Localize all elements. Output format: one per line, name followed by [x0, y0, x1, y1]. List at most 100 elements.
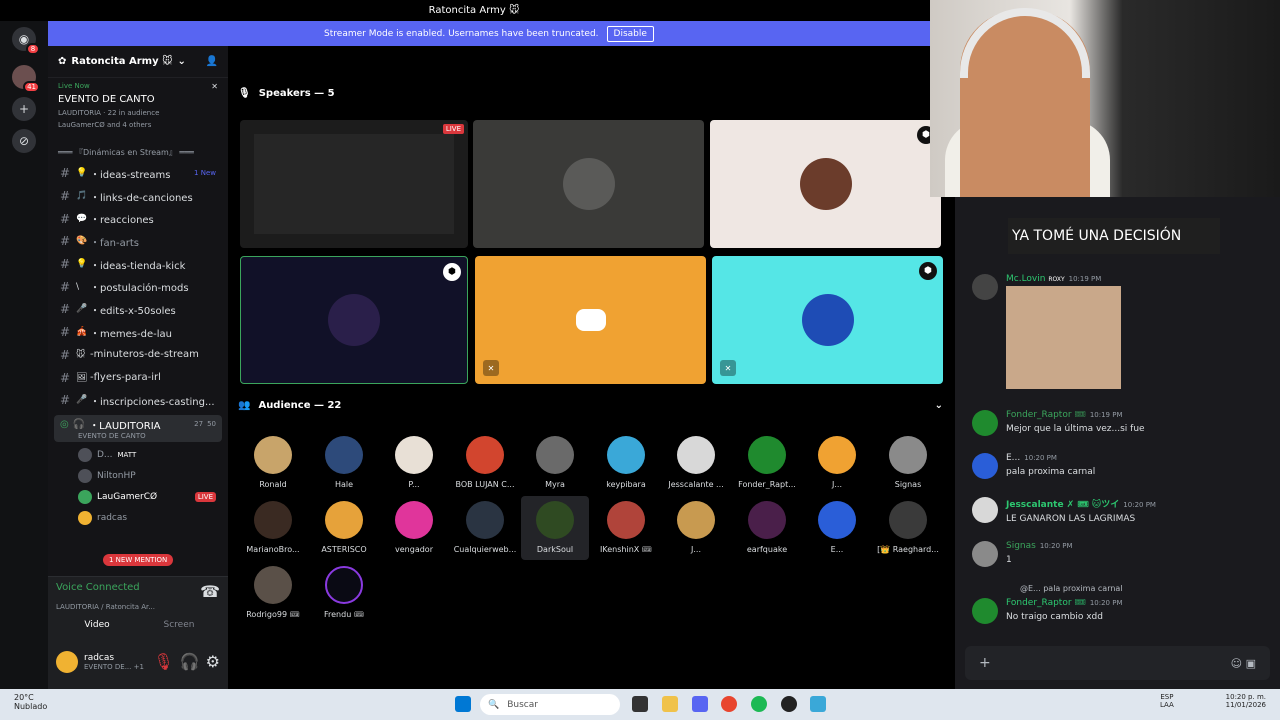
- avatar[interactable]: [56, 650, 78, 673]
- explore-icon[interactable]: ⊘: [12, 129, 36, 153]
- audience-member-hovered[interactable]: DarkSoul: [521, 496, 589, 560]
- spotify-icon[interactable]: [751, 696, 767, 712]
- voice-user[interactable]: D... MATT: [48, 445, 228, 466]
- mic-muted-icon[interactable]: 🎙: [153, 652, 173, 671]
- notepad-icon[interactable]: [810, 696, 826, 712]
- author-name[interactable]: E...: [1006, 453, 1020, 463]
- add-server-icon[interactable]: +: [12, 97, 36, 121]
- audience-member[interactable]: J...: [662, 501, 730, 554]
- author-name[interactable]: Fonder_Raptor 🎟: [1006, 598, 1086, 608]
- avatar[interactable]: [972, 410, 998, 436]
- audience-member[interactable]: P...: [380, 436, 448, 489]
- avatar: [78, 448, 92, 463]
- channel-item[interactable]: # 🐭 -minuteros-de-stream: [48, 344, 228, 367]
- start-icon[interactable]: [455, 696, 471, 712]
- obs-icon[interactable]: [781, 696, 797, 712]
- channel-item[interactable]: # 🎪 ・memes-de-lau: [48, 321, 228, 344]
- chat-input[interactable]: + ☺ ▣: [965, 646, 1270, 680]
- message-image[interactable]: [1006, 286, 1121, 389]
- channel-item[interactable]: # 💡 ・ideas-tienda-kick: [48, 253, 228, 276]
- disable-button[interactable]: Disable: [606, 25, 654, 42]
- task-view-icon[interactable]: [632, 696, 648, 712]
- audience-member[interactable]: keypibara: [592, 436, 660, 489]
- file-explorer-icon[interactable]: [662, 696, 678, 712]
- audience-member[interactable]: Cualquierweb...: [451, 501, 519, 554]
- channel-emoji: 🎨: [76, 236, 88, 247]
- screen: Ratoncita Army 🐭 ◉ 8 41 + ⊘ Streamer Mode…: [0, 0, 1280, 720]
- audience-member[interactable]: vengador: [380, 501, 448, 554]
- audience-member[interactable]: Myra: [521, 436, 589, 489]
- user-status: EVENTO DE... +1: [84, 662, 144, 671]
- avatar[interactable]: [972, 453, 998, 479]
- hangup-icon[interactable]: ☎: [200, 582, 220, 601]
- speaker-tile[interactable]: ⬢: [710, 120, 941, 248]
- audience-member[interactable]: ASTERISCO: [310, 501, 378, 554]
- voice-user[interactable]: LauGamerCØ LIVE: [48, 487, 228, 508]
- discord-home-icon[interactable]: ◉ 8: [12, 27, 40, 55]
- speaker-tile[interactable]: ✕: [475, 256, 706, 384]
- channel-item[interactable]: # 💡 ・ideas-streams 1 New: [48, 162, 228, 185]
- audience-member[interactable]: BOB LUJAN C...: [451, 436, 519, 489]
- screen-button[interactable]: Screen: [138, 617, 220, 633]
- language-indicator[interactable]: ESP LAA: [1160, 693, 1174, 709]
- avatar[interactable]: [972, 274, 998, 300]
- author-name[interactable]: Fonder_Raptor 🎟: [1006, 410, 1086, 420]
- headphones-icon[interactable]: 🎧: [180, 652, 200, 671]
- add-member-icon[interactable]: 👤: [206, 56, 218, 67]
- avatar[interactable]: [972, 541, 998, 567]
- speaker-tile[interactable]: [473, 120, 704, 248]
- chevron-down-icon[interactable]: ⌄: [935, 400, 943, 411]
- reply-reference[interactable]: @E... pala proxima carnal: [1020, 584, 1123, 593]
- audience-member[interactable]: E...: [803, 501, 871, 554]
- avatar[interactable]: [972, 497, 998, 523]
- channel-item[interactable]: # 🎨 ・fan-arts: [48, 230, 228, 253]
- avatar[interactable]: [972, 598, 998, 624]
- new-mention-pill[interactable]: 1 NEW MENTION: [103, 554, 174, 566]
- channel-item[interactable]: # 🖼 -flyers-para-irl: [48, 366, 228, 389]
- speaker-tile-stream[interactable]: LIVE: [240, 120, 468, 248]
- audience-member[interactable]: [👑 Raeghard...: [874, 501, 942, 554]
- emoji-icon[interactable]: ☺ ▣: [1231, 657, 1256, 670]
- server-header[interactable]: ✿ Ratoncita Army 🐭 ⌄ 👤: [48, 46, 228, 78]
- author-name[interactable]: Signas: [1006, 541, 1036, 551]
- speaker-tile[interactable]: ⬢: [240, 256, 468, 384]
- audience-member[interactable]: earfquake: [733, 501, 801, 554]
- channel-item[interactable]: # 🎵 ・links-de-canciones: [48, 185, 228, 208]
- audience-member[interactable]: Hale: [310, 436, 378, 489]
- clock[interactable]: 10:20 p. m. 11/01/2026: [1226, 693, 1266, 709]
- author-name[interactable]: Mc.Lovin: [1006, 274, 1045, 284]
- audience-member[interactable]: Signas: [874, 436, 942, 489]
- voice-user[interactable]: radcas: [48, 508, 228, 529]
- audience-member[interactable]: Ronald: [239, 436, 307, 489]
- audience-member[interactable]: MarianoBro...: [239, 501, 307, 554]
- speaker-tile[interactable]: ⬢ ✕: [712, 256, 943, 384]
- channel-item[interactable]: # \ ・postulación-mods: [48, 275, 228, 298]
- user-panel: radcas EVENTO DE... +1 🎙 🎧 ⚙: [48, 634, 228, 689]
- add-attachment-icon[interactable]: +: [979, 655, 991, 671]
- search-icon: 🔍: [488, 699, 500, 710]
- audience-member[interactable]: Jesscalante ...: [662, 436, 730, 489]
- discord-app-icon[interactable]: [692, 696, 708, 712]
- voice-user[interactable]: NiltonHP: [48, 466, 228, 487]
- audience-member[interactable]: IKenshinX 🎟: [592, 501, 660, 554]
- audience-member[interactable]: Frendu 🎟: [310, 566, 378, 619]
- gear-icon[interactable]: ⚙: [206, 652, 220, 671]
- audience-member[interactable]: J...: [803, 436, 871, 489]
- channel-item[interactable]: # 🎤 ・inscripciones-casting...: [48, 389, 228, 412]
- video-button[interactable]: Video: [56, 617, 138, 633]
- stage-icon: ◎: [60, 418, 69, 430]
- server-icon[interactable]: 41: [12, 65, 40, 93]
- audience-member[interactable]: Fonder_Rapt...: [733, 436, 801, 489]
- close-icon[interactable]: ✕: [211, 82, 218, 91]
- category-header[interactable]: ═══ 『Dinámicas en Stream』 ═══: [48, 133, 228, 162]
- channel-item[interactable]: # 🎤 ・edits-x-50soles: [48, 298, 228, 321]
- avatar: [466, 501, 504, 539]
- chrome-icon[interactable]: [721, 696, 737, 712]
- author-name[interactable]: Jesscalante ✗ 🎟 🐱ツイ: [1006, 500, 1119, 510]
- audience-member[interactable]: Rodrigo99 🎟: [239, 566, 307, 619]
- weather-widget[interactable]: 20°C Nublado: [14, 693, 47, 711]
- channel-item[interactable]: # 💬 ・reacciones: [48, 207, 228, 230]
- taskbar-search[interactable]: 🔍 Buscar: [480, 694, 620, 715]
- live-now-card[interactable]: Live Now ✕ EVENTO DE CANTO LAUDITORIA · …: [48, 78, 228, 133]
- voice-channel-lauditoria[interactable]: ◎ 🎧 ・LAUDITORIA 27 50 EVENTO DE CANTO: [54, 414, 222, 442]
